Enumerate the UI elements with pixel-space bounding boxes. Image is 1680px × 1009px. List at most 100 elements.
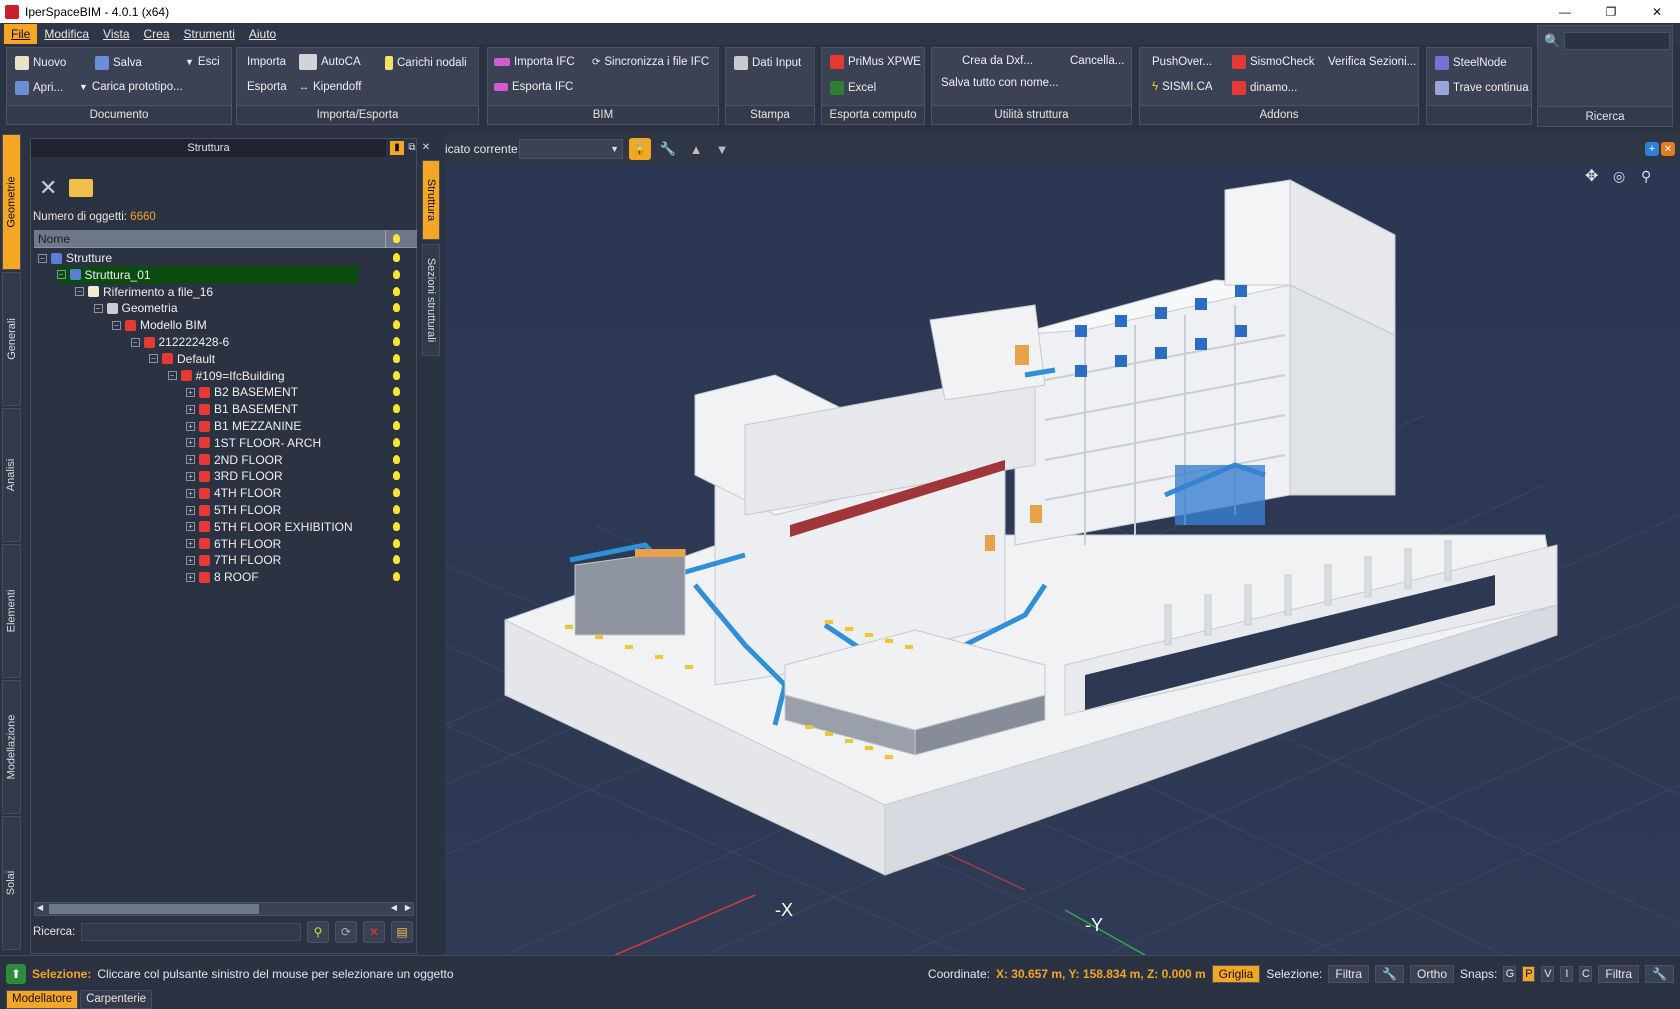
pushover-button[interactable]: PushOver... xyxy=(1152,56,1212,68)
expand-collapse-icon[interactable]: − xyxy=(56,270,66,280)
ortho-toggle[interactable]: Ortho xyxy=(1410,965,1455,983)
kipendoff-button[interactable]: ↔ Kipendoff xyxy=(299,81,361,93)
tree-node[interactable]: +6TH FLOOR xyxy=(186,535,281,553)
tree-node[interactable]: − 212222428-6 xyxy=(130,333,229,351)
visibility-bulb-icon[interactable] xyxy=(393,572,400,582)
tree-node[interactable]: − Struttura_01 xyxy=(56,265,358,284)
visibility-bulb-icon[interactable] xyxy=(393,471,400,481)
autoca-button[interactable]: AutoCA xyxy=(299,54,361,70)
expand-collapse-icon[interactable]: + xyxy=(186,438,195,448)
carichi-nodali-button[interactable]: Carichi nodali xyxy=(385,56,467,70)
folder-open-icon[interactable] xyxy=(69,179,94,197)
tab-solai[interactable]: Solai xyxy=(2,816,21,950)
visibility-bulb-icon[interactable] xyxy=(393,286,400,296)
menu-aiuto[interactable]: Aiuto xyxy=(242,24,283,44)
pan-icon[interactable]: ✥ xyxy=(1585,166,1598,185)
menu-strumenti[interactable]: Strumenti xyxy=(177,24,242,44)
expand-collapse-icon[interactable]: + xyxy=(186,505,195,515)
expand-collapse-icon[interactable]: + xyxy=(186,404,195,414)
sismica-button[interactable]: ϟ SISMI.CA xyxy=(1152,81,1213,93)
visibility-bulb-icon[interactable] xyxy=(393,538,400,548)
sincronizza-ifc-button[interactable]: ⟳ Sincronizza i file IFC xyxy=(592,56,709,68)
carica-prototipo-button[interactable]: ▼ Carica prototipo... xyxy=(79,81,183,93)
scroll-left-icon[interactable]: ◀ xyxy=(391,903,397,912)
tree-node[interactable]: − Geometria xyxy=(93,299,178,317)
expand-collapse-icon[interactable]: + xyxy=(186,572,195,582)
visibility-bulb-icon[interactable] xyxy=(393,353,400,363)
crea-da-dxf-button[interactable]: Crea da Dxf... xyxy=(962,55,1033,67)
wrench-icon[interactable]: 🔧 xyxy=(1645,965,1674,983)
delete-icon[interactable]: ✕ xyxy=(39,175,57,201)
importa-ifc-button[interactable]: Importa IFC xyxy=(494,56,575,68)
float-icon[interactable]: ⧉ xyxy=(405,141,419,155)
cancella-button[interactable]: Cancella... xyxy=(1070,55,1124,67)
tab-elementi[interactable]: Elementi xyxy=(2,544,21,678)
expand-collapse-icon[interactable]: − xyxy=(167,371,177,381)
expand-collapse-icon[interactable]: − xyxy=(149,354,158,364)
orbit-icon[interactable]: ◎ xyxy=(1613,169,1625,185)
expand-collapse-icon[interactable]: − xyxy=(38,253,47,263)
tree-node[interactable]: +2ND FLOOR xyxy=(186,451,283,469)
tree-column-header[interactable]: Nome xyxy=(34,230,417,248)
steelnode-button[interactable]: SteelNode xyxy=(1435,56,1507,70)
trave-continua-button[interactable]: Trave continua xyxy=(1435,81,1529,95)
snap-grid-toggle[interactable]: G xyxy=(1503,966,1517,982)
lock-icon[interactable]: 🔒 xyxy=(629,138,651,160)
visibility-bulb-icon[interactable] xyxy=(393,437,400,447)
apri-button[interactable]: Apri... xyxy=(15,81,63,95)
griglia-toggle[interactable]: Griglia xyxy=(1211,965,1261,983)
esporta-ifc-button[interactable]: Esporta IFC xyxy=(494,81,573,93)
level-up-icon[interactable]: ▲ xyxy=(685,138,707,160)
visibility-bulb-icon[interactable] xyxy=(393,555,400,565)
visibility-bulb-icon[interactable] xyxy=(393,337,400,346)
close-button[interactable]: ✕ xyxy=(1634,0,1680,23)
expand-collapse-icon[interactable]: + xyxy=(186,555,195,565)
pin-icon[interactable]: ▮ xyxy=(390,141,404,155)
visibility-bulb-icon[interactable] xyxy=(393,303,400,313)
panel-search-input[interactable] xyxy=(81,923,302,941)
esporta-button[interactable]: Esporta xyxy=(247,81,287,93)
visibility-bulb-icon[interactable] xyxy=(393,370,400,380)
horizontal-scrollbar[interactable]: ◀ ◀ ▶ xyxy=(34,902,414,916)
salva-button[interactable]: Salva xyxy=(95,56,142,70)
expand-collapse-icon[interactable]: − xyxy=(130,337,140,347)
expand-collapse-icon[interactable]: + xyxy=(186,539,195,549)
tab-modellatore[interactable]: Modellatore xyxy=(6,990,79,1009)
tab-generali[interactable]: Generali xyxy=(2,272,21,406)
expand-collapse-icon[interactable]: − xyxy=(93,303,103,313)
export-list-icon[interactable]: ▤ xyxy=(391,921,413,943)
maximize-button[interactable]: ❐ xyxy=(1588,0,1634,23)
visibility-bulb-icon[interactable] xyxy=(393,253,400,262)
tab-carpenterie[interactable]: Carpenterie xyxy=(80,990,153,1009)
visibility-bulb-icon[interactable] xyxy=(393,521,400,531)
visibility-bulb-icon[interactable] xyxy=(393,421,400,430)
visibility-bulb-icon[interactable] xyxy=(393,454,400,464)
visibility-bulb-icon[interactable] xyxy=(393,505,400,514)
expand-collapse-icon[interactable]: + xyxy=(186,387,195,397)
tree-node[interactable]: +7TH FLOOR xyxy=(186,551,281,569)
expand-collapse-icon[interactable]: − xyxy=(75,287,84,297)
snap-vertex-toggle[interactable]: V xyxy=(1541,966,1555,982)
refresh-icon[interactable]: ⟳ xyxy=(335,921,358,943)
visibility-bulb-icon[interactable] xyxy=(393,269,400,279)
tab-struttura[interactable]: Struttura xyxy=(422,160,440,240)
close-panel-icon[interactable]: ✕ xyxy=(419,141,433,155)
close-view-icon[interactable]: ✕ xyxy=(1661,142,1675,156)
menu-vista[interactable]: Vista xyxy=(96,24,136,44)
wrench-icon[interactable]: 🔧 xyxy=(657,138,679,160)
filtra-button[interactable]: Filtra xyxy=(1328,965,1370,983)
tab-sezioni-strutturali[interactable]: Sezioni strutturali xyxy=(422,244,440,356)
zoom-icon[interactable]: ⚲ xyxy=(1641,169,1651,185)
tree-node[interactable]: + B2 BASEMENT xyxy=(186,383,298,401)
snap-point-toggle[interactable]: P xyxy=(1522,966,1536,982)
minimize-button[interactable]: — xyxy=(1542,0,1588,23)
menu-file[interactable]: File xyxy=(4,24,38,44)
tree-node[interactable]: +8 ROOF xyxy=(186,568,259,586)
expand-collapse-icon[interactable]: + xyxy=(186,421,195,431)
verifica-sezioni-button[interactable]: Verifica Sezioni... xyxy=(1328,56,1416,68)
clear-icon[interactable]: ✕ xyxy=(363,921,385,943)
tree-node[interactable]: +5TH FLOOR EXHIBITION xyxy=(186,518,353,536)
scrollbar-thumb[interactable] xyxy=(49,904,259,914)
dati-input-button[interactable]: Dati Input xyxy=(734,56,801,70)
visibility-bulb-icon[interactable] xyxy=(393,404,400,414)
